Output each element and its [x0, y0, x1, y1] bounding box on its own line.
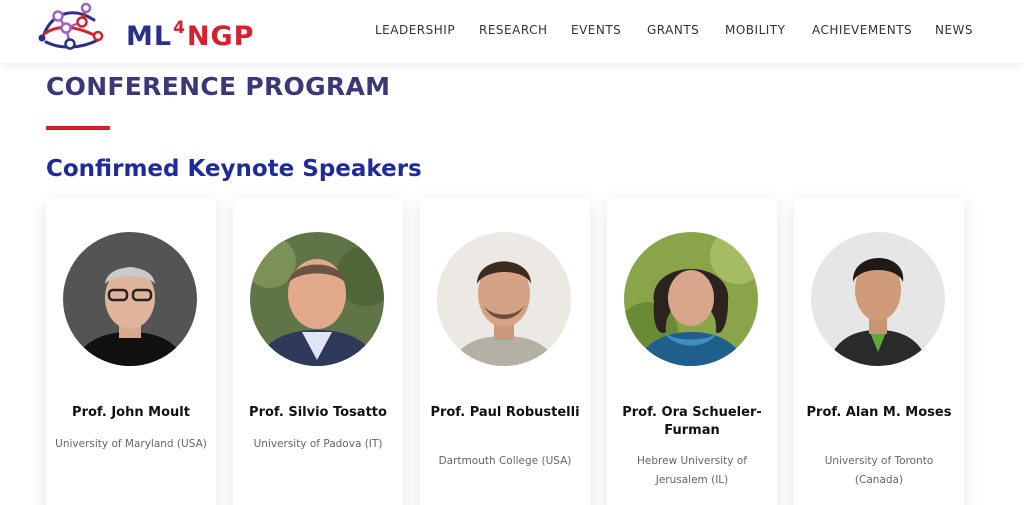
speaker-card[interactable]: Prof. John Moult University of Maryland … [46, 198, 216, 505]
speaker-card[interactable]: Prof. Paul Robustelli Dartmouth College … [420, 198, 590, 505]
speaker-photo [250, 232, 384, 366]
speaker-name: Prof. Paul Robustelli [430, 405, 580, 420]
speaker-name: Prof. Alan M. Moses [806, 405, 952, 420]
section-title: Confirmed Keynote Speakers [46, 156, 422, 182]
speaker-photo [63, 232, 197, 366]
speaker-name: Prof. John Moult [72, 405, 190, 420]
nav-research[interactable]: RESEARCH [479, 23, 547, 37]
nav-achievements[interactable]: ACHIEVEMENTS [812, 23, 912, 37]
nav-leadership[interactable]: LEADERSHIP [375, 23, 455, 37]
speaker-photo [624, 232, 758, 366]
speaker-photo [437, 232, 571, 366]
speaker-affiliation: University of Padova (IT) [253, 438, 383, 450]
speaker-name: Prof. Ora Schueler-Furman [622, 405, 762, 438]
speaker-photo [811, 232, 945, 366]
nav-events[interactable]: EVENTS [571, 23, 621, 37]
speaker-affiliation: Hebrew University of Jerusalem (IL) [637, 455, 747, 486]
speaker-card[interactable]: Prof. Alan M. Moses University of Toront… [794, 198, 964, 505]
nav-grants[interactable]: GRANTS [647, 23, 699, 37]
speaker-card[interactable]: Prof. Silvio Tosatto University of Padov… [233, 198, 403, 505]
nav-mobility[interactable]: MOBILITY [725, 23, 785, 37]
nav-news[interactable]: NEWS [935, 23, 973, 37]
speaker-affiliation: University of Maryland (USA) [55, 438, 207, 450]
site-header: ML4NGP LEADERSHIP RESEARCH EVENTS GRANTS… [0, 0, 1024, 63]
speaker-affiliation: Dartmouth College (USA) [438, 455, 572, 467]
speaker-card[interactable]: Prof. Ora Schueler-Furman Hebrew Univers… [607, 198, 777, 505]
speaker-affiliation: University of Toronto (Canada) [824, 455, 934, 486]
title-underline [46, 126, 110, 130]
speaker-name: Prof. Silvio Tosatto [249, 405, 387, 420]
page-title: CONFERENCE PROGRAM [46, 72, 391, 101]
main-nav: LEADERSHIP RESEARCH EVENTS GRANTS MOBILI… [0, 23, 1024, 41]
